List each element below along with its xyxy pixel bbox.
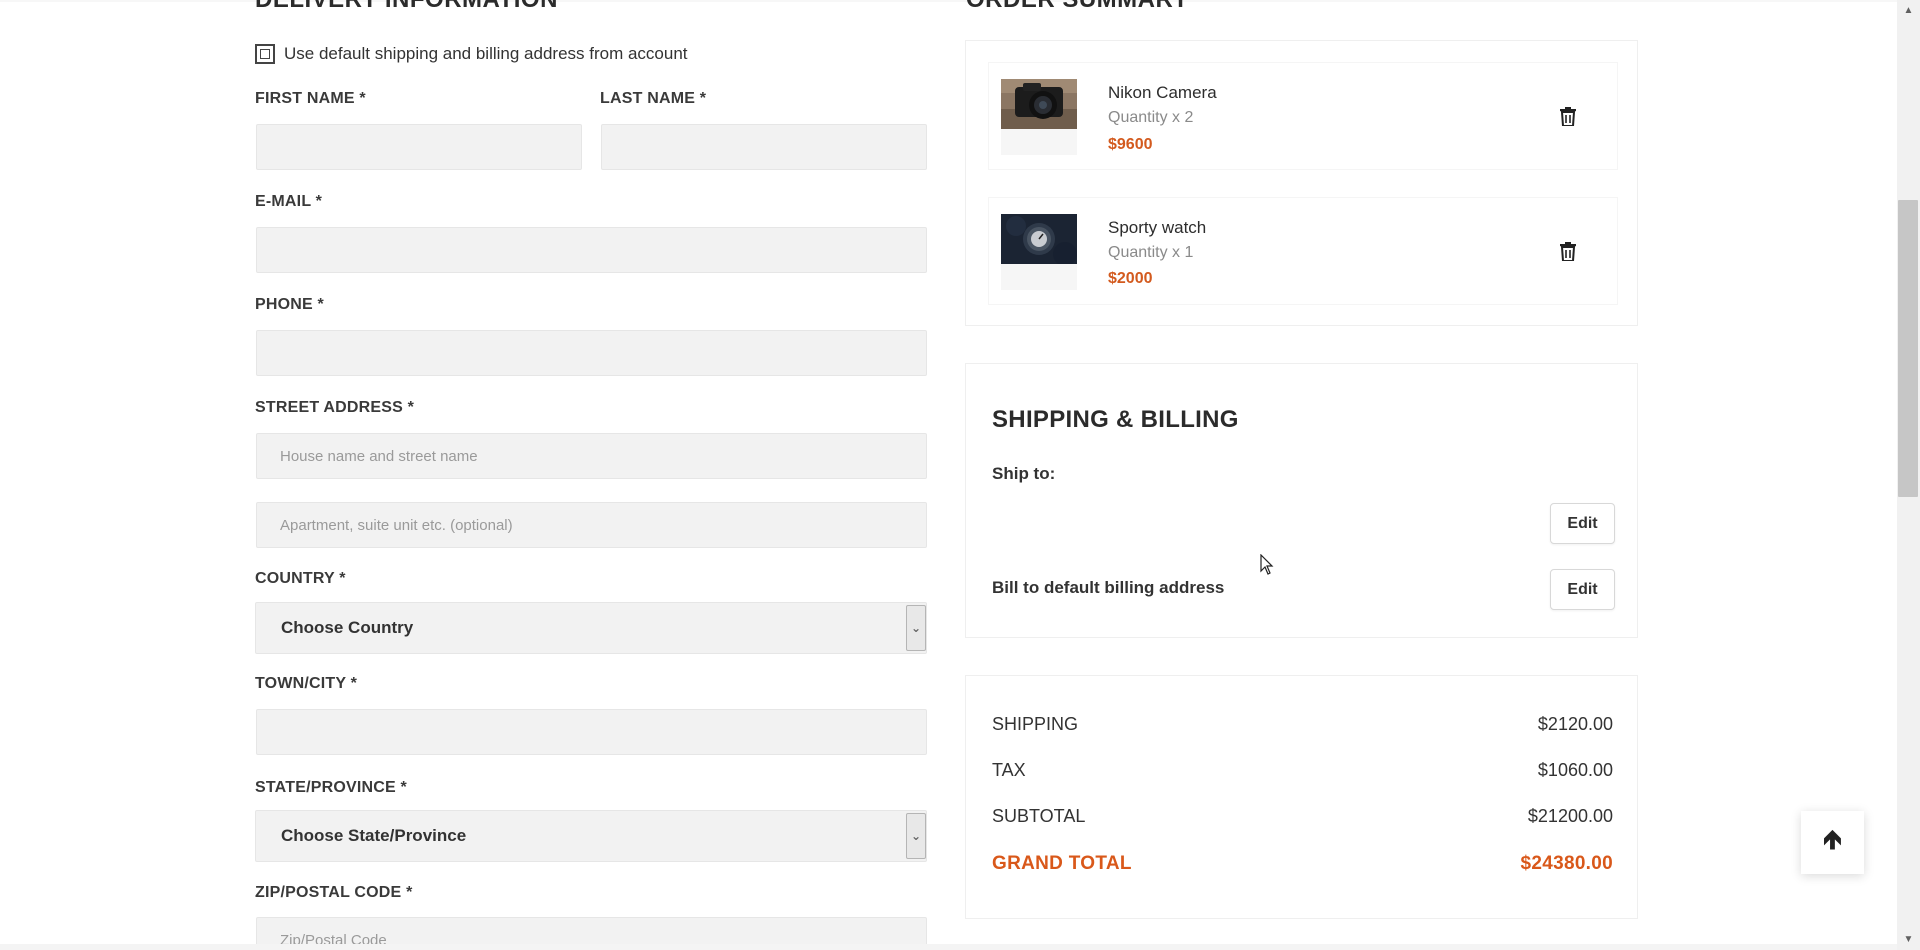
email-label: E-MAIL * [255, 193, 323, 210]
town-label: TOWN/CITY * [255, 675, 358, 692]
watch-image [1001, 214, 1077, 264]
edit-shipping-button[interactable]: Edit [1550, 503, 1615, 544]
subtotal-label: SUBTOTAL [992, 806, 1086, 826]
order-items-card: Nikon Camera Quantity x 2 $9600 Sporty w… [965, 40, 1638, 326]
camera-image [1001, 79, 1077, 129]
order-summary-title: ORDER SUMMARY [966, 0, 1189, 14]
state-select[interactable]: Choose State/Province ⌄ [255, 810, 927, 862]
first-name-label: FIRST NAME * [255, 90, 366, 107]
order-item: Nikon Camera Quantity x 2 $9600 [988, 62, 1618, 170]
shipping-billing-card: SHIPPING & BILLING Ship to: Edit Bill to… [965, 363, 1638, 638]
state-label: STATE/PROVINCE * [255, 779, 407, 796]
delivery-title: DELIVERY INFORMATION [255, 0, 558, 14]
country-select[interactable]: Choose Country ⌄ [255, 602, 927, 654]
scrollbar-thumb[interactable] [1898, 200, 1918, 497]
default-address-row[interactable]: Use default shipping and billing address… [255, 44, 688, 64]
town-input[interactable] [256, 709, 927, 755]
country-select-value: Choose Country [281, 618, 414, 637]
street-address-input[interactable]: House name and street name [256, 433, 927, 479]
edit-billing-button[interactable]: Edit [1550, 569, 1615, 610]
phone-label: PHONE * [255, 296, 324, 313]
shipping-label: SHIPPING [992, 714, 1079, 734]
totals-card: SHIPPING $2120.00 TAX $1060.00 SUBTOTAL … [965, 675, 1638, 919]
trash-icon[interactable] [1560, 107, 1576, 126]
subtotal-value: $21200.00 [1527, 806, 1613, 826]
grand-total-value: $24380.00 [1520, 853, 1613, 874]
item-price: $2000 [1108, 270, 1153, 287]
chevron-down-icon[interactable]: ⌄ [906, 813, 926, 859]
bill-to-label: Bill to default billing address [992, 578, 1225, 597]
watch-thumbnail[interactable] [1001, 214, 1077, 264]
shipping-value: $2120.00 [1537, 714, 1613, 734]
trash-icon[interactable] [1560, 242, 1576, 261]
zip-label: ZIP/POSTAL CODE * [255, 884, 413, 901]
item-price: $9600 [1108, 136, 1153, 153]
mouse-cursor-icon [1260, 554, 1274, 575]
item-quantity: Quantity x 2 [1108, 109, 1194, 126]
item-name[interactable]: Nikon Camera [1108, 83, 1217, 103]
ship-to-label: Ship to: [992, 464, 1056, 483]
order-item: Sporty watch Quantity x 1 $2000 [988, 197, 1618, 305]
shipping-billing-title: SHIPPING & BILLING [992, 406, 1239, 433]
camera-thumbnail[interactable] [1001, 79, 1077, 129]
bottom-edge [0, 944, 1897, 950]
tax-label: TAX [992, 760, 1026, 780]
arrow-up-icon: 🡹 [1823, 823, 1842, 854]
default-address-checkbox[interactable] [255, 44, 275, 64]
apartment-input[interactable]: Apartment, suite unit etc. (optional) [256, 502, 927, 548]
order-item-frame [988, 62, 1618, 170]
street-address-label: STREET ADDRESS * [255, 399, 415, 416]
scroll-up-icon[interactable]: ▲ [1897, 2, 1920, 19]
first-name-input[interactable] [256, 124, 582, 170]
scroll-down-icon[interactable]: ▼ [1897, 931, 1920, 948]
country-label: COUNTRY * [255, 570, 346, 587]
last-name-input[interactable] [601, 124, 927, 170]
scroll-to-top-button[interactable]: 🡹 [1801, 811, 1864, 874]
grand-total-label: GRAND TOTAL [992, 853, 1132, 874]
thumbnail-backdrop [1001, 129, 1077, 155]
phone-input[interactable] [256, 330, 927, 376]
order-item-frame [988, 197, 1618, 305]
last-name-label: LAST NAME * [600, 90, 707, 107]
thumbnail-backdrop [1001, 264, 1077, 290]
chevron-down-icon[interactable]: ⌄ [906, 605, 926, 651]
item-quantity: Quantity x 1 [1108, 244, 1194, 261]
email-input[interactable] [256, 227, 927, 273]
tax-value: $1060.00 [1537, 760, 1613, 780]
state-select-value: Choose State/Province [281, 826, 467, 845]
item-name[interactable]: Sporty watch [1108, 218, 1206, 238]
checkout-page: DELIVERY INFORMATION Use default shippin… [0, 0, 1897, 950]
vertical-scrollbar[interactable]: ▲ ▼ [1897, 0, 1920, 950]
default-address-label: Use default shipping and billing address… [284, 44, 688, 63]
